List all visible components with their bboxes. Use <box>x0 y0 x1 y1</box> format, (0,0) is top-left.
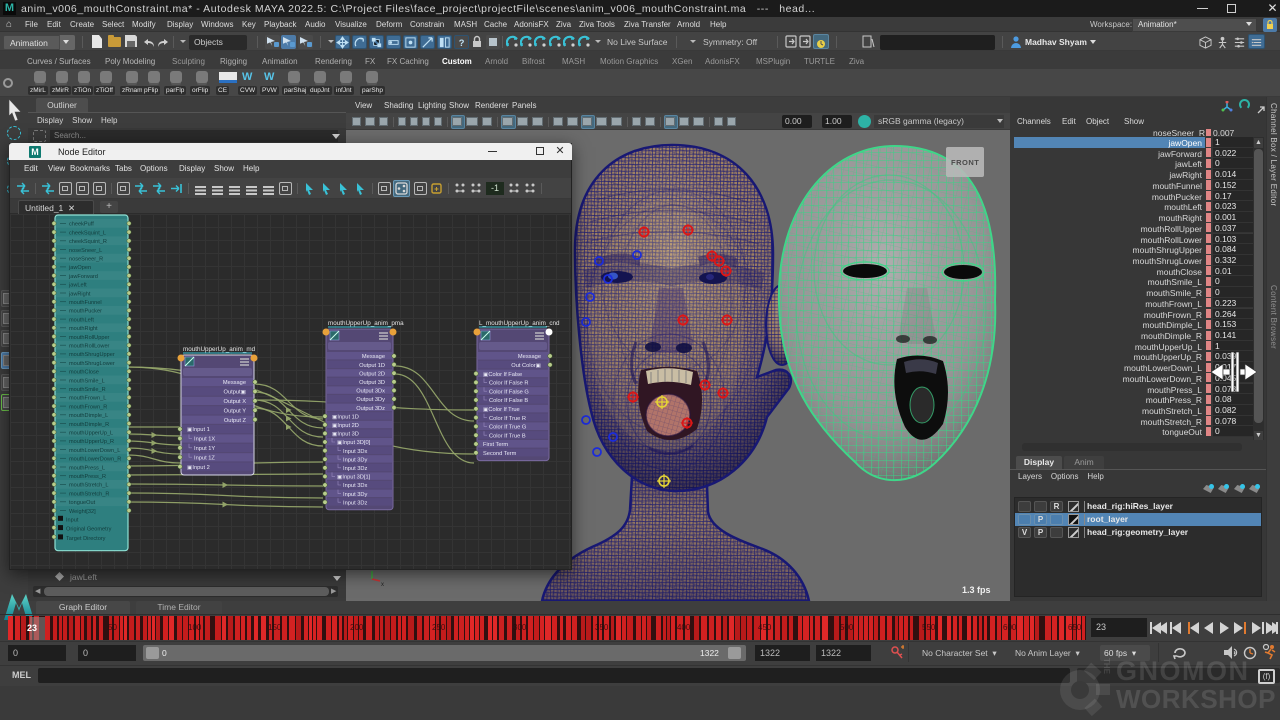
svg-text:Input 3Dz: Input 3Dz <box>343 466 368 472</box>
svg-text:Output 3Dy: Output 3Dy <box>356 397 385 403</box>
svg-text:Output Y: Output Y <box>224 408 247 414</box>
svg-text:Output 3Dx: Output 3Dx <box>356 389 385 395</box>
svg-text:Input: Input <box>66 517 79 523</box>
svg-text:mouthDimple_L: mouthDimple_L <box>69 413 108 419</box>
svg-text:Out Color▣: Out Color▣ <box>511 363 541 369</box>
svg-text:Input 3Dx: Input 3Dx <box>343 449 368 455</box>
svg-text:Color If True B: Color If True B <box>489 433 526 439</box>
svg-text:cheekSquint_L: cheekSquint_L <box>69 230 106 236</box>
svg-text:▣Input 1D: ▣Input 1D <box>332 414 359 420</box>
svg-text:Color If True G: Color If True G <box>489 425 526 431</box>
svg-text:Input 1Y: Input 1Y <box>194 446 215 452</box>
svg-text:▣Input 3D: ▣Input 3D <box>332 432 359 438</box>
svg-text:mouthDimple_R: mouthDimple_R <box>69 422 109 428</box>
svg-text:jawRight: jawRight <box>68 291 91 297</box>
svg-text:Input 1Z: Input 1Z <box>194 455 215 461</box>
svg-text:mouthLeft: mouthLeft <box>69 317 94 323</box>
svg-text:mouthUpperUp_L: mouthUpperUp_L <box>69 431 113 437</box>
svg-text:mouthRollLower: mouthRollLower <box>69 344 110 350</box>
svg-text:L_mouthUpperUp_anim_cnd: L_mouthUpperUp_anim_cnd <box>479 320 560 327</box>
svg-text:tongueOut: tongueOut <box>69 500 96 506</box>
svg-text:x: x <box>381 582 384 588</box>
svg-text:noseSneer_R: noseSneer_R <box>69 257 103 263</box>
svg-text:Second Term: Second Term <box>483 451 517 457</box>
svg-text:Weight[32]: Weight[32] <box>69 509 96 515</box>
svg-text:mouthPucker: mouthPucker <box>69 309 102 315</box>
svg-text:noseSneer_L: noseSneer_L <box>69 248 102 254</box>
svg-text:▣Input 3D[1]: ▣Input 3D[1] <box>337 475 371 481</box>
svg-text:Input 3Dz: Input 3Dz <box>343 500 368 506</box>
svg-text:mouthLowerDown_R: mouthLowerDown_R <box>69 457 121 463</box>
svg-text:▣Input 3D[0]: ▣Input 3D[0] <box>337 440 371 446</box>
svg-text:mouthFunnel: mouthFunnel <box>69 300 102 306</box>
svg-text:mouthStretch_L: mouthStretch_L <box>69 483 109 489</box>
svg-text:mouthLowerDown_L: mouthLowerDown_L <box>69 448 120 454</box>
svg-text:jawForward: jawForward <box>68 274 98 280</box>
svg-text:Message: Message <box>223 380 246 386</box>
svg-text:▣Input 2: ▣Input 2 <box>187 465 210 471</box>
svg-text:Color If False R: Color If False R <box>489 381 529 387</box>
svg-text:mouthSmile_R: mouthSmile_R <box>69 387 106 393</box>
svg-text:Output 3Dz: Output 3Dz <box>356 406 385 412</box>
svg-text:▣Color If True: ▣Color If True <box>483 407 520 413</box>
svg-text:Output▣: Output▣ <box>224 390 247 396</box>
svg-text:Color If False G: Color If False G <box>489 389 529 395</box>
svg-text:Output X: Output X <box>224 399 247 405</box>
svg-text:cheekSquint_R: cheekSquint_R <box>69 239 107 245</box>
svg-text:?: ? <box>459 38 465 48</box>
svg-text:Output 3D: Output 3D <box>359 380 385 386</box>
svg-text:mouthShrugLower: mouthShrugLower <box>69 361 115 367</box>
svg-text:Output 2D: Output 2D <box>359 371 385 377</box>
svg-text:▣Input 2D: ▣Input 2D <box>332 423 359 429</box>
svg-text:mouthPress_L: mouthPress_L <box>69 465 105 471</box>
svg-text:Message: Message <box>362 354 385 360</box>
svg-text:mouthFrown_L: mouthFrown_L <box>69 396 106 402</box>
svg-text:mouthRight: mouthRight <box>69 326 98 332</box>
svg-text:mouthUpperUp_anim_pma: mouthUpperUp_anim_pma <box>328 320 404 327</box>
svg-text:Color If True R: Color If True R <box>489 416 526 422</box>
svg-text:mouthStretch_R: mouthStretch_R <box>69 491 109 497</box>
svg-text:Output 1D: Output 1D <box>359 363 385 369</box>
svg-text:mouthClose: mouthClose <box>69 370 99 376</box>
svg-text:Original Geometry: Original Geometry <box>66 527 112 533</box>
svg-text:jawLeft: jawLeft <box>68 283 87 289</box>
svg-text:mouthShrugUpper: mouthShrugUpper <box>69 352 115 358</box>
svg-text:mouthFrown_R: mouthFrown_R <box>69 404 107 410</box>
svg-text:mouthUpperUp_R: mouthUpperUp_R <box>69 439 114 445</box>
svg-text:cheekPuff: cheekPuff <box>69 222 94 228</box>
svg-text:mouthSmile_L: mouthSmile_L <box>69 378 105 384</box>
svg-text:mouthPress_R: mouthPress_R <box>69 474 106 480</box>
svg-text:Input 1X: Input 1X <box>194 437 215 443</box>
svg-text:jawOpen: jawOpen <box>68 265 91 271</box>
svg-text:Color If False B: Color If False B <box>489 398 528 404</box>
svg-text:First Term: First Term <box>483 442 508 448</box>
svg-text:Input 3Dy: Input 3Dy <box>343 457 368 463</box>
svg-text:Input 3Dx: Input 3Dx <box>343 483 368 489</box>
svg-text:▣Color If False: ▣Color If False <box>483 372 522 378</box>
svg-text:mouthRollUpper: mouthRollUpper <box>69 335 110 341</box>
svg-text:Message: Message <box>518 354 541 360</box>
svg-text:Output Z: Output Z <box>224 418 247 424</box>
svg-text:mouthUpperUp_anim_md: mouthUpperUp_anim_md <box>183 346 256 353</box>
svg-text:▣Input 1: ▣Input 1 <box>187 427 210 433</box>
svg-text:Target Directory: Target Directory <box>66 536 106 542</box>
svg-text:Input 3Dy: Input 3Dy <box>343 492 368 498</box>
